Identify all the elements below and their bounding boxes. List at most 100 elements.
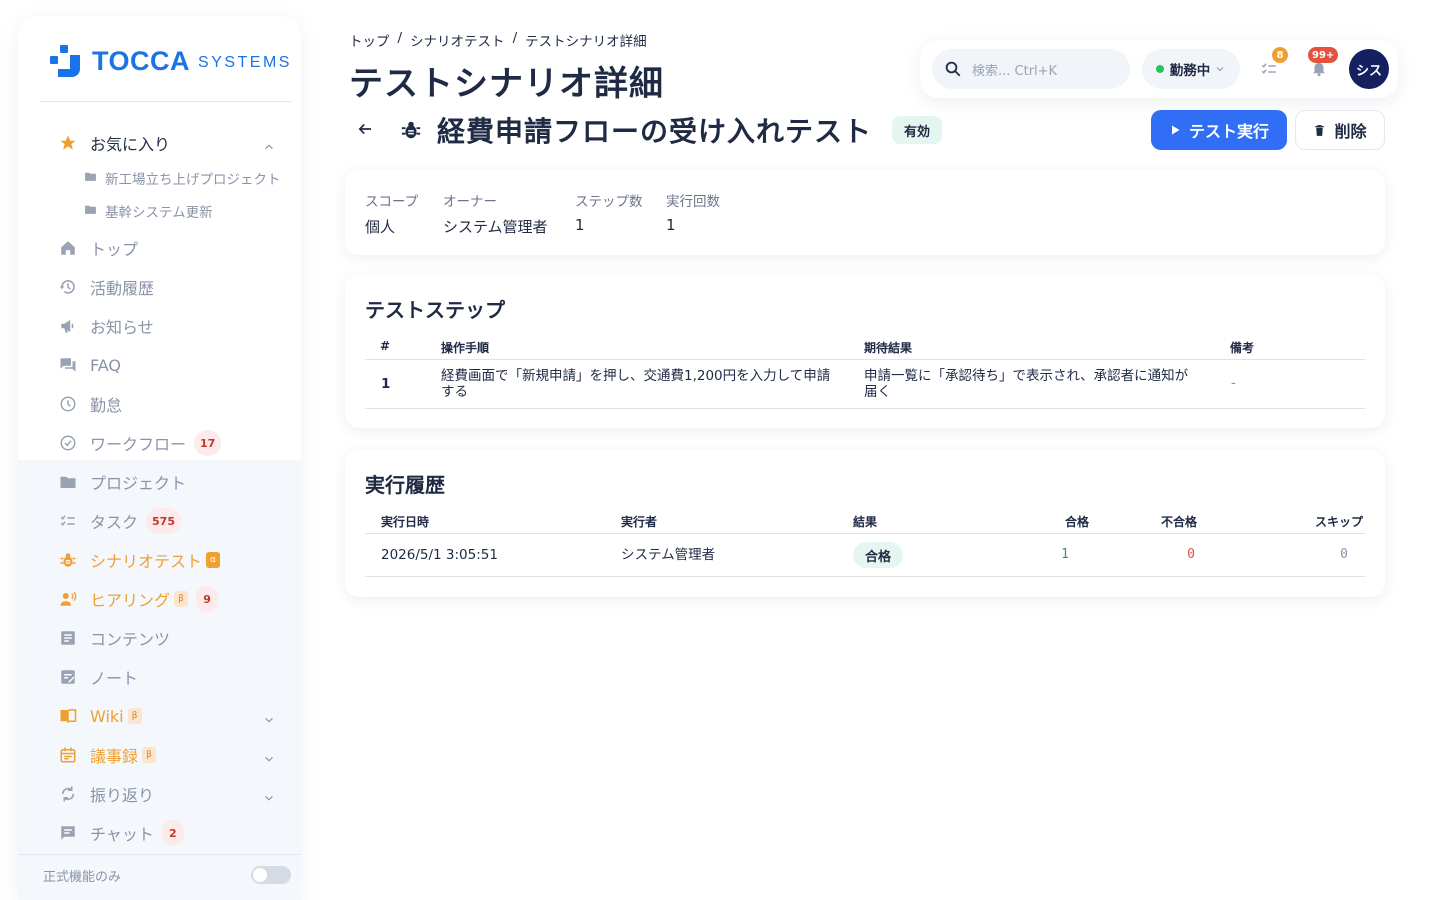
sidebar-item-faq[interactable]: FAQ [58,350,121,380]
formal-only-toggle[interactable] [251,866,291,884]
sidebar-item-retrospective[interactable]: 振り返り [58,779,154,809]
sidebar-item-note[interactable]: ノート [58,662,138,692]
chevron-down-icon[interactable] [262,791,276,805]
sidebar-item-wiki[interactable]: Wiki β [58,701,142,731]
sidebar-item-hearing[interactable]: ヒアリング β 9 [58,584,219,614]
note-icon [58,667,78,687]
clock-icon [58,394,78,414]
chevron-down-icon[interactable] [262,752,276,766]
divider [365,576,1365,577]
brand-sub: SYSTEMS [198,54,292,71]
notification-count-badge: 99+ [1308,47,1339,63]
meta-card: スコープ 個人 オーナー システム管理者 ステップ数 1 実行回数 1 [345,170,1385,255]
folder-icon [84,203,97,220]
meta-step-count: ステップ数 1 [575,194,643,234]
breadcrumb-current: テストシナリオ詳細 [525,34,647,50]
run-test-label: テスト実行 [1188,122,1269,141]
breadcrumb-separator: / [397,30,403,46]
breadcrumb-link-scenario-test[interactable]: シナリオテスト [410,30,505,50]
sidebar-item-project[interactable]: プロジェクト [58,467,186,497]
meta-owner: オーナー システム管理者 [443,194,548,236]
voice-icon [58,589,78,609]
column-header: 合格 [1064,515,1089,529]
breadcrumb: トップ / シナリオテスト / テストシナリオ詳細 [349,30,647,50]
step-note: - [1231,375,1236,391]
column-header: # [380,339,391,353]
column-header: スキップ [1314,515,1363,529]
sidebar-item-favorites[interactable]: お気に入り [58,128,170,158]
search-input[interactable]: 検索... Ctrl+K [932,49,1130,89]
work-status-dropdown[interactable]: 勤務中 [1142,49,1240,89]
play-icon [1171,125,1180,135]
folder-icon [84,170,97,187]
article-icon [58,628,78,648]
brand-logo[interactable]: TOCCA SYSTEMS [48,42,292,80]
chat-bubbles-icon [58,355,78,375]
column-header: 不合格 [1160,515,1197,529]
step-action: 経費画面で「新規申請」を押し、交通費1,200円を入力して申請 [441,368,831,384]
task-count-badge: 8 [1272,47,1288,63]
favorite-item[interactable]: 新工場立ち上げプロジェクト [84,166,281,190]
step-action: する [441,384,468,400]
divider [365,408,1365,409]
sidebar-item-news[interactable]: お知らせ [58,311,154,341]
sidebar-item-workflow[interactable]: ワークフロー 17 [58,428,222,458]
column-header: 操作手順 [441,341,490,355]
chevron-down-icon [1216,67,1224,72]
chat-icon [58,823,78,843]
delete-button[interactable]: 削除 [1295,110,1385,150]
bug-icon [58,550,78,570]
column-header: 結果 [853,515,878,529]
sidebar-item-history[interactable]: 活動履歴 [58,272,154,302]
formal-only-label: 正式機能のみ [43,870,122,885]
count-badge: 17 [194,430,222,456]
chevron-up-icon[interactable] [262,140,276,154]
calendar-icon [58,745,78,765]
beta-tag: β [174,591,189,607]
favorite-item[interactable]: 基幹システム更新 [84,199,213,223]
work-status-label: 勤務中 [1169,63,1211,79]
meta-run-count: 実行回数 1 [666,194,720,234]
back-arrow-icon[interactable] [356,120,374,138]
test-steps-card: テストステップ # 操作手順 期待結果 備考 1 経費画面で「新規申請」を押し、… [345,275,1385,428]
sidebar-item-contents[interactable]: コンテンツ [58,623,170,653]
checklist-icon [1261,63,1276,74]
home-icon [58,238,78,258]
topbar: 検索... Ctrl+K 勤務中 8 99+ シス [920,40,1398,98]
logo-mark-icon [50,45,80,77]
check-circle-icon [58,433,78,453]
sidebar-item-label: お気に入り [90,135,171,154]
divider [18,854,301,855]
star-icon [58,133,78,153]
count-badge: 575 [146,508,181,534]
sidebar-item-top[interactable]: トップ [58,233,138,263]
column-header: 実行者 [621,515,658,529]
run-history-card: 実行履歴 実行日時 実行者 結果 合格 不合格 スキップ 2026/5/1 3:… [345,450,1385,597]
book-icon [58,706,78,726]
notifications-button[interactable]: 99+ [1308,47,1339,81]
chevron-down-icon[interactable] [262,713,276,727]
search-icon [945,61,961,77]
sidebar-item-attendance[interactable]: 勤怠 [58,389,122,419]
fail-count: 0 [1187,547,1195,562]
beta-tag: β [142,747,157,763]
divider [365,359,1365,360]
brand-name: TOCCA [92,45,191,76]
sidebar-item-minutes[interactable]: 議事録 β [58,740,157,770]
alpha-tag: α [206,552,221,568]
user-avatar[interactable]: シス [1349,49,1389,89]
breadcrumb-separator: / [512,30,518,46]
sidebar-item-scenario-test[interactable]: シナリオテスト α [58,545,221,575]
sidebar-item-chat[interactable]: チャット 2 [58,818,184,848]
scenario-title: 経費申請フローの受け入れテスト [437,115,873,148]
skip-count: 0 [1340,547,1348,562]
breadcrumb-link-top[interactable]: トップ [349,30,390,50]
task-shortcut-button[interactable]: 8 [1260,47,1288,82]
sidebar-item-task[interactable]: タスク 575 [58,506,181,536]
divider [365,533,1365,534]
run-executor: システム管理者 [621,547,716,563]
sidebar: TOCCA SYSTEMS お気に入り 新工場立ち上げプロジェクト 基幹システム… [18,16,301,900]
run-test-button[interactable]: テスト実行 [1151,110,1287,150]
card-title: テストステップ [365,298,505,322]
beta-tag: β [127,708,142,724]
